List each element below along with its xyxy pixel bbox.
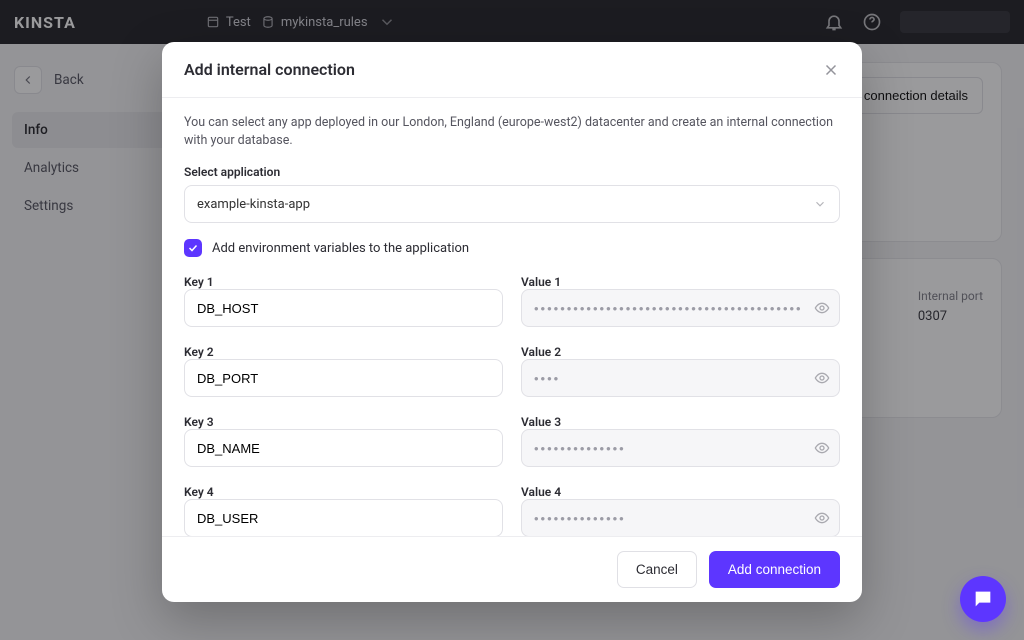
check-icon	[187, 242, 199, 254]
value-4-label: Value 4	[521, 485, 840, 499]
cancel-button[interactable]: Cancel	[617, 551, 697, 588]
eye-icon[interactable]	[814, 440, 830, 456]
eye-icon[interactable]	[814, 300, 830, 316]
eye-icon[interactable]	[814, 510, 830, 526]
key-4-label: Key 4	[184, 485, 503, 499]
env-vars-grid: Key 1 Value 1 Key 2 Value 2	[184, 269, 840, 536]
key-4-input[interactable]	[184, 499, 503, 536]
button-label: Cancel	[636, 562, 678, 577]
add-internal-connection-modal: Add internal connection You can select a…	[162, 42, 862, 602]
key-1-input[interactable]	[184, 289, 503, 327]
add-env-vars-checkbox[interactable]	[184, 239, 202, 257]
eye-icon[interactable]	[814, 370, 830, 386]
value-2-input[interactable]	[521, 359, 840, 397]
add-env-vars-label: Add environment variables to the applica…	[212, 241, 469, 256]
select-application-value: example-kinsta-app	[197, 197, 310, 212]
value-3-input[interactable]	[521, 429, 840, 467]
chat-icon	[972, 588, 994, 610]
modal-overlay[interactable]: Add internal connection You can select a…	[0, 0, 1024, 640]
intercom-launcher[interactable]	[960, 576, 1006, 622]
value-4-input[interactable]	[521, 499, 840, 536]
button-label: Add connection	[728, 562, 821, 577]
key-3-label: Key 3	[184, 415, 503, 429]
add-connection-button[interactable]: Add connection	[709, 551, 840, 588]
key-1-label: Key 1	[184, 275, 503, 289]
key-2-label: Key 2	[184, 345, 503, 359]
close-icon[interactable]	[822, 61, 840, 79]
chevron-down-icon	[813, 197, 827, 211]
key-2-input[interactable]	[184, 359, 503, 397]
value-3-label: Value 3	[521, 415, 840, 429]
select-application-dropdown[interactable]: example-kinsta-app	[184, 185, 840, 223]
modal-intro-text: You can select any app deployed in our L…	[184, 114, 840, 149]
modal-title: Add internal connection	[184, 60, 355, 79]
value-1-input[interactable]	[521, 289, 840, 327]
value-1-label: Value 1	[521, 275, 840, 289]
select-application-label: Select application	[184, 165, 840, 179]
value-2-label: Value 2	[521, 345, 840, 359]
key-3-input[interactable]	[184, 429, 503, 467]
